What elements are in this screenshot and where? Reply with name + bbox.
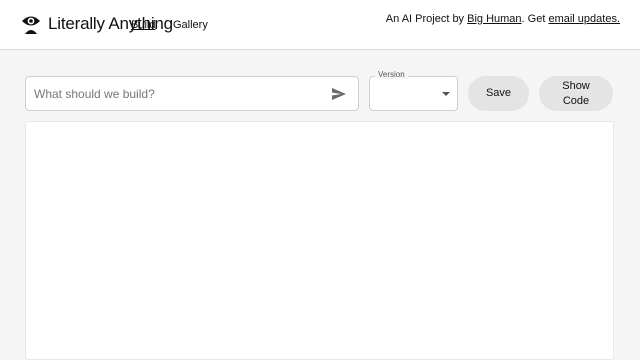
nav-build-link[interactable]: Build — [131, 19, 155, 31]
big-human-link[interactable]: Big Human — [467, 13, 521, 25]
send-arrow-icon[interactable] — [331, 86, 347, 102]
version-select[interactable]: Version — [369, 70, 458, 111]
nav-gallery-link[interactable]: Gallery — [173, 19, 208, 31]
show-code-label-line1: Show — [562, 80, 590, 92]
show-code-label-line2: Code — [562, 95, 590, 107]
prompt-input[interactable] — [34, 77, 324, 110]
show-code-button[interactable]: Show Code — [539, 76, 613, 111]
app-header: Literally Anything Build Gallery An AI P… — [0, 0, 640, 50]
prompt-box — [25, 76, 359, 111]
caret-down-icon[interactable] — [442, 92, 450, 96]
byline: An AI Project by Big Human. Get email up… — [386, 13, 620, 25]
byline-middle: . Get — [521, 13, 549, 25]
email-updates-link[interactable]: email updates. — [548, 13, 620, 25]
preview-canvas[interactable] — [25, 121, 614, 360]
save-button[interactable]: Save — [468, 76, 529, 111]
eye-logo-icon[interactable] — [21, 13, 41, 35]
byline-prefix: An AI Project by — [385, 13, 468, 25]
version-label: Version — [375, 70, 408, 79]
